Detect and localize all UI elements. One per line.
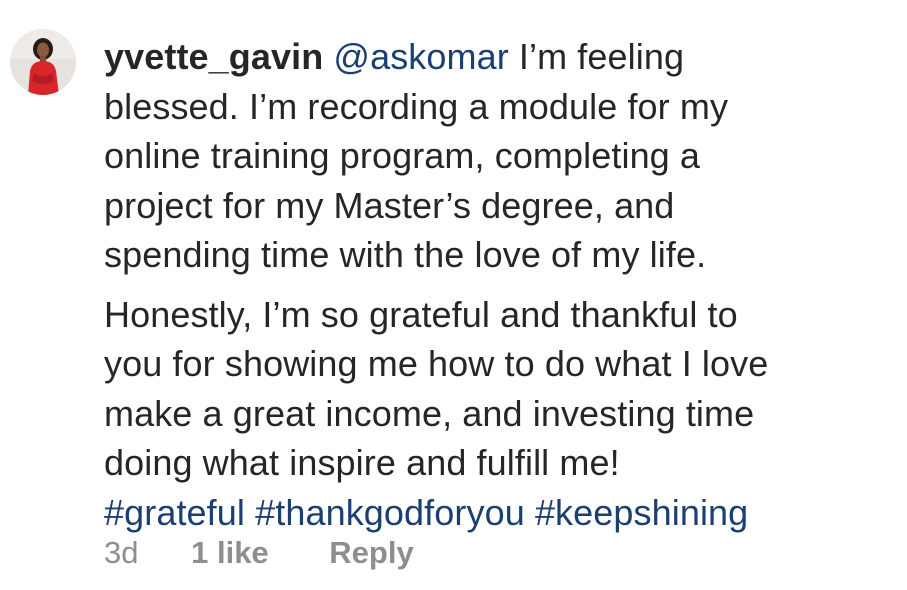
comment-line-text: I’m feeling	[508, 36, 685, 77]
reply-button[interactable]: Reply	[329, 535, 413, 571]
hashtag-link[interactable]: #keepshining	[535, 492, 748, 533]
comment-line: spending time with the love of my life.	[104, 234, 707, 275]
profile-photo-icon	[10, 29, 76, 95]
comment-line: Honestly, I’m so grateful and thankful t…	[104, 293, 738, 335]
comment-line: doing what inspire and fulfill me!	[104, 442, 620, 483]
likes-count-button[interactable]: 1 like	[191, 535, 269, 571]
mention-link[interactable]: @askomar	[333, 36, 508, 77]
comment-line: project for my Master’s degree, and	[104, 184, 675, 226]
comment-line: you for showing me how to do what I love	[104, 343, 769, 384]
comment-text: yvette_gavin @askomar I’m feeling blesse…	[104, 32, 894, 537]
hashtag-link[interactable]: #grateful	[104, 492, 245, 533]
avatar[interactable]	[10, 29, 76, 95]
comment-line: blessed. I’m recording a module for my	[104, 85, 729, 127]
comment-item: yvette_gavin @askomar I’m feeling blesse…	[0, 0, 907, 590]
comment-line: make a great income, and investing time	[104, 392, 755, 434]
hashtag-link[interactable]: #thankgodforyou	[255, 492, 525, 533]
username-link[interactable]: yvette_gavin	[104, 36, 323, 77]
hashtag-line: #grateful #thankgodforyou #keepshining	[104, 488, 894, 538]
comment-line: online training program, completing a	[104, 135, 701, 176]
comment-footer: 3d 1 like Reply	[104, 535, 414, 571]
comment-line: yvette_gavin @askomar I’m feeling	[104, 32, 894, 82]
timestamp: 3d	[104, 535, 139, 570]
